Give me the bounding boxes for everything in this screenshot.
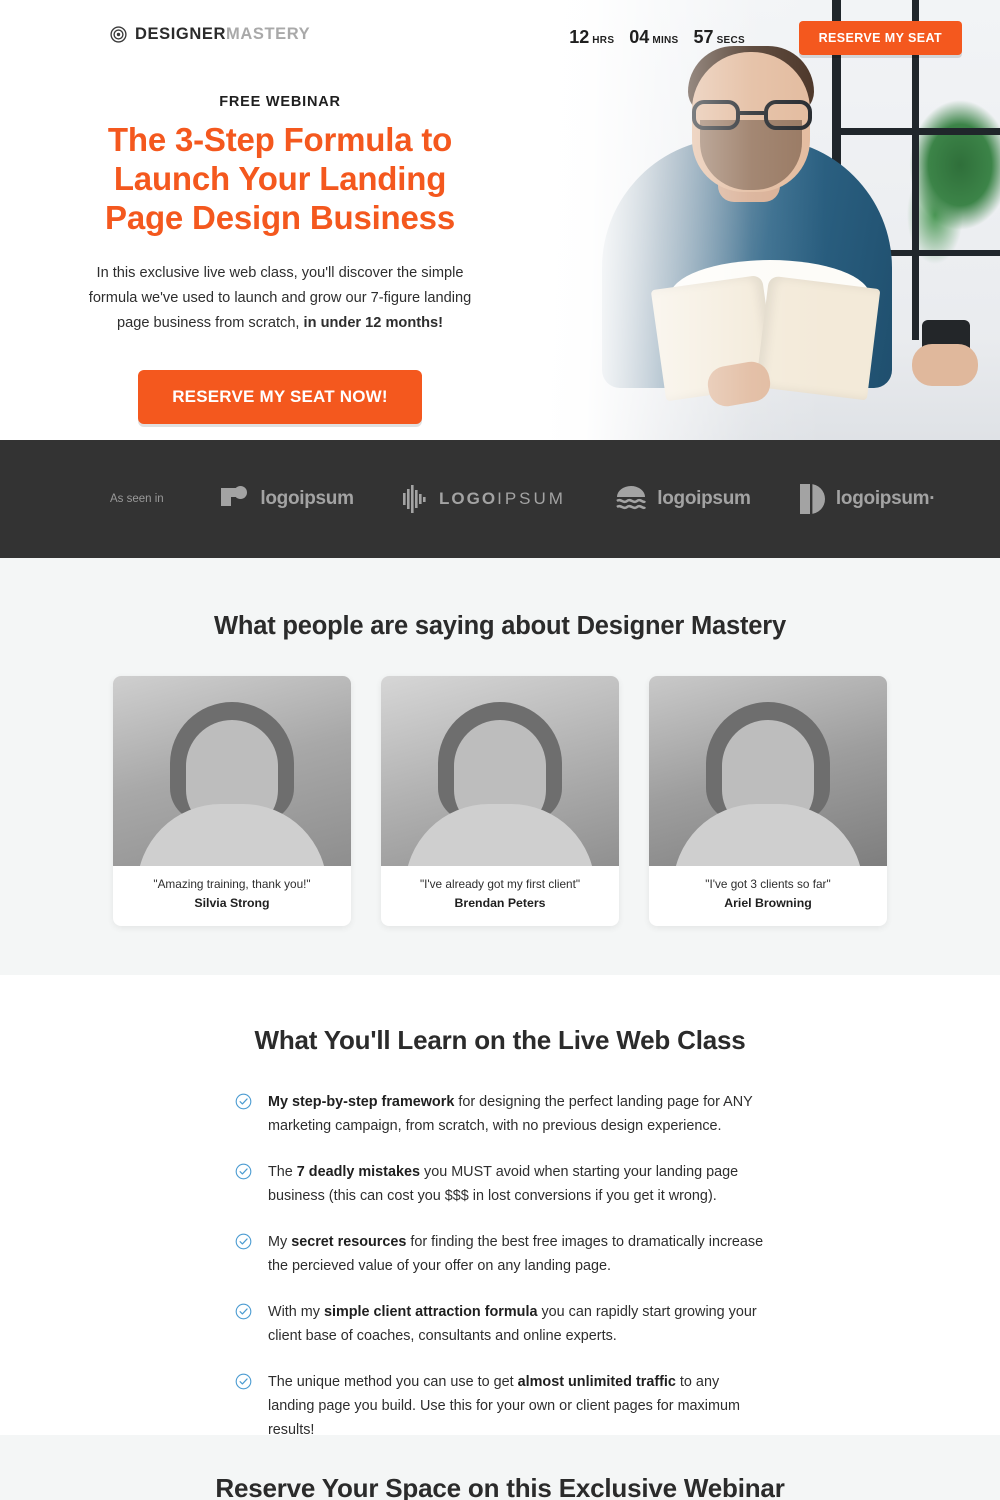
hero-headline-line-1: The 3-Step Formula to <box>107 121 453 158</box>
partner-logo-1-text: logoipsum <box>260 488 354 509</box>
logoipsum-waves-icon <box>616 486 647 510</box>
testimonial-photo <box>113 676 351 866</box>
learn-title: What You'll Learn on the Live Web Class <box>254 1025 746 1055</box>
testimonial-cards: "Amazing training, thank you!" Silvia St… <box>0 676 1000 926</box>
partner-logo-1: logoipsum <box>218 483 354 515</box>
countdown-seconds: 57 SECS <box>694 27 745 48</box>
hero-copy: FREE WEBINAR The 3-Step Formula to Launc… <box>0 94 560 424</box>
bullet-bold: simple client attraction formula <box>323 1304 538 1320</box>
logoipsum-split-circle-icon <box>799 484 825 514</box>
hero-eyebrow: FREE WEBINAR <box>219 94 341 110</box>
check-circle-icon <box>235 1303 252 1320</box>
site-logo[interactable]: DESIGNERMASTERY <box>110 25 310 44</box>
partner-logo-2-bold: LOGO <box>439 489 498 508</box>
logoipsum-square-dot-icon <box>221 486 248 506</box>
countdown-minutes-label: MINS <box>652 35 679 46</box>
list-item: The unique method you can use to get alm… <box>235 1370 765 1442</box>
reserve-section: Reserve Your Space on this Exclusive Web… <box>0 1435 1000 1500</box>
list-item-text: The unique method you can use to get alm… <box>268 1370 765 1442</box>
testimonials-title: What people are saying about Designer Ma… <box>214 612 786 640</box>
countdown-hours-label: HRS <box>592 35 615 46</box>
hero-subcopy: In this exclusive live web class, you'll… <box>80 261 480 336</box>
testimonial-quote: "I've got 3 clients so far" <box>705 877 831 891</box>
partner-logo-2: LOGOIPSUM <box>403 485 566 513</box>
hero-image-fade <box>540 0 1000 440</box>
partner-logo-4-text: logoipsum· <box>835 488 936 509</box>
list-item: With my simple client attraction formula… <box>235 1300 765 1348</box>
logo-primary-text: DESIGNER <box>135 25 226 43</box>
partner-logo-4: logoipsum· <box>799 484 936 514</box>
learn-section: What You'll Learn on the Live Web Class … <box>0 975 1000 1438</box>
testimonial-photo <box>381 676 619 866</box>
check-circle-icon <box>235 1163 252 1180</box>
hero-headline: The 3-Step Formula to Launch Your Landin… <box>0 120 560 237</box>
testimonial-quote: "I've already got my first client" <box>419 877 581 891</box>
testimonial-author: Silvia Strong <box>194 896 270 910</box>
testimonials-section: What people are saying about Designer Ma… <box>0 558 1000 975</box>
hero-headline-line-3: Page Design Business <box>105 199 455 236</box>
countdown-minutes: 04 MINS <box>629 27 678 48</box>
partner-logo-3-text: logoipsum <box>657 488 751 509</box>
logoipsum-bars-icon <box>403 485 426 513</box>
list-item: My secret resources for finding the best… <box>235 1230 765 1278</box>
testimonial-photo <box>649 676 887 866</box>
bullet-bold: 7 deadly mistakes <box>296 1164 420 1180</box>
testimonial-author: Brendan Peters <box>454 896 546 910</box>
check-circle-icon <box>235 1373 252 1390</box>
logo-wordmark: DESIGNERMASTERY <box>135 25 310 44</box>
hero-headline-line-2: Launch Your Landing <box>113 160 447 197</box>
partner-logo-2-text: LOGOIPSUM <box>439 489 566 509</box>
landing-page: DESIGNERMASTERY 12 HRS 04 MINS 57 SECS R… <box>0 0 1000 1500</box>
countdown-minutes-value: 04 <box>629 27 650 47</box>
countdown-hours: 12 HRS <box>569 27 614 48</box>
bullet-bold: almost unlimited traffic <box>517 1374 676 1390</box>
countdown-seconds-label: SECS <box>716 35 745 46</box>
countdown-hours-value: 12 <box>569 27 590 47</box>
list-item: My step-by-step framework for designing … <box>235 1090 765 1138</box>
bullet-bold: My step-by-step framework <box>268 1094 455 1110</box>
bullet-bold: secret resources <box>291 1234 407 1250</box>
as-seen-in-label: As seen in <box>110 493 164 505</box>
bullet-lead: The <box>268 1164 297 1180</box>
target-icon <box>110 26 127 43</box>
testimonial-quote: "Amazing training, thank you!" <box>153 877 311 891</box>
hero-reserve-seat-button[interactable]: RESERVE MY SEAT NOW! <box>138 370 422 424</box>
partner-logos: logoipsum LOGOIPSUM logoipsum logoipsum· <box>164 483 1000 515</box>
list-item-text: My step-by-step framework for designing … <box>268 1090 765 1138</box>
list-item-text: With my simple client attraction formula… <box>268 1300 765 1348</box>
testimonial-card: "I've got 3 clients so far" Ariel Browni… <box>649 676 887 926</box>
partner-logo-2-light: IPSUM <box>497 489 566 508</box>
bullet-lead: My <box>268 1234 292 1250</box>
countdown-timer: 12 HRS 04 MINS 57 SECS <box>569 27 745 48</box>
list-item-text: My secret resources for finding the best… <box>268 1230 765 1278</box>
testimonial-author: Ariel Browning <box>724 896 812 910</box>
partner-logo-3: logoipsum <box>615 484 751 514</box>
reserve-title: Reserve Your Space on this Exclusive Web… <box>215 1473 785 1500</box>
bullet-lead: With my <box>268 1304 324 1320</box>
header-reserve-seat-button[interactable]: RESERVE MY SEAT <box>798 21 962 55</box>
logo-secondary-text: MASTERY <box>225 25 311 43</box>
check-circle-icon <box>235 1093 252 1110</box>
list-item-text: The 7 deadly mistakes you MUST avoid whe… <box>268 1160 765 1208</box>
list-item: The 7 deadly mistakes you MUST avoid whe… <box>235 1160 765 1208</box>
check-circle-icon <box>235 1233 252 1250</box>
testimonial-card: "I've already got my first client" Brend… <box>381 676 619 926</box>
countdown-seconds-value: 57 <box>693 27 714 47</box>
hero-image <box>540 0 1000 440</box>
as-seen-in-bar: As seen in logoipsum LOGOIPSUM logoipsum… <box>0 440 1000 558</box>
hero-subcopy-emphasis: in under 12 months! <box>303 315 444 331</box>
learn-bullet-list: My step-by-step framework for designing … <box>235 1090 765 1442</box>
hero-section: DESIGNERMASTERY 12 HRS 04 MINS 57 SECS R… <box>0 0 1000 440</box>
bullet-lead: The unique method you can use to get <box>268 1374 518 1390</box>
testimonial-card: "Amazing training, thank you!" Silvia St… <box>113 676 351 926</box>
